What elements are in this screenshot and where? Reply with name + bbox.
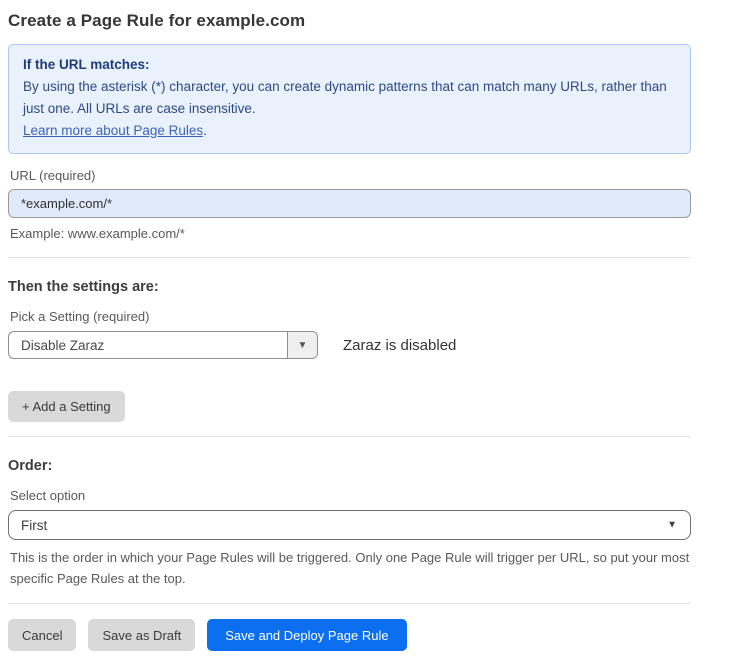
setting-select-value: Disable Zaraz — [9, 332, 287, 358]
section-divider — [8, 603, 691, 604]
order-select-label: Select option — [10, 488, 691, 503]
setting-select[interactable]: Disable Zaraz ▼ — [8, 331, 318, 359]
order-section-heading: Order: — [8, 458, 691, 474]
order-help-text: This is the order in which your Page Rul… — [10, 547, 690, 589]
pick-setting-label: Pick a Setting (required) — [10, 309, 691, 324]
setting-select-caret-button[interactable]: ▼ — [287, 332, 317, 358]
save-as-draft-button[interactable]: Save as Draft — [88, 619, 195, 651]
chevron-down-icon: ▼ — [298, 340, 308, 351]
settings-section-heading: Then the settings are: — [8, 279, 691, 295]
url-field-label: URL (required) — [10, 168, 691, 183]
url-match-info-box: If the URL matches: By using the asteris… — [8, 44, 691, 154]
info-box-body: By using the asterisk (*) character, you… — [23, 76, 676, 120]
setting-status-text: Zaraz is disabled — [343, 337, 456, 354]
page-title: Create a Page Rule for example.com — [8, 11, 691, 31]
link-period: . — [203, 123, 207, 138]
setting-picker-row: Disable Zaraz ▼ Zaraz is disabled — [8, 331, 691, 359]
create-page-rule-form: Create a Page Rule for example.com If th… — [0, 0, 750, 670]
form-actions: Cancel Save as Draft Save and Deploy Pag… — [8, 619, 691, 651]
order-select-value: First — [21, 518, 47, 533]
chevron-down-icon: ▼ — [667, 519, 677, 530]
section-divider — [8, 257, 691, 258]
cancel-button[interactable]: Cancel — [8, 619, 76, 651]
learn-more-link[interactable]: Learn more about Page Rules — [23, 123, 203, 138]
info-box-link-line: Learn more about Page Rules. — [23, 120, 676, 142]
save-and-deploy-button[interactable]: Save and Deploy Page Rule — [207, 619, 406, 651]
order-select[interactable]: First ▼ — [8, 510, 691, 540]
add-setting-button[interactable]: + Add a Setting — [8, 391, 125, 422]
info-box-heading: If the URL matches: — [23, 54, 676, 76]
url-example-hint: Example: www.example.com/* — [10, 224, 691, 243]
section-divider — [8, 436, 691, 437]
url-input[interactable] — [8, 189, 691, 218]
